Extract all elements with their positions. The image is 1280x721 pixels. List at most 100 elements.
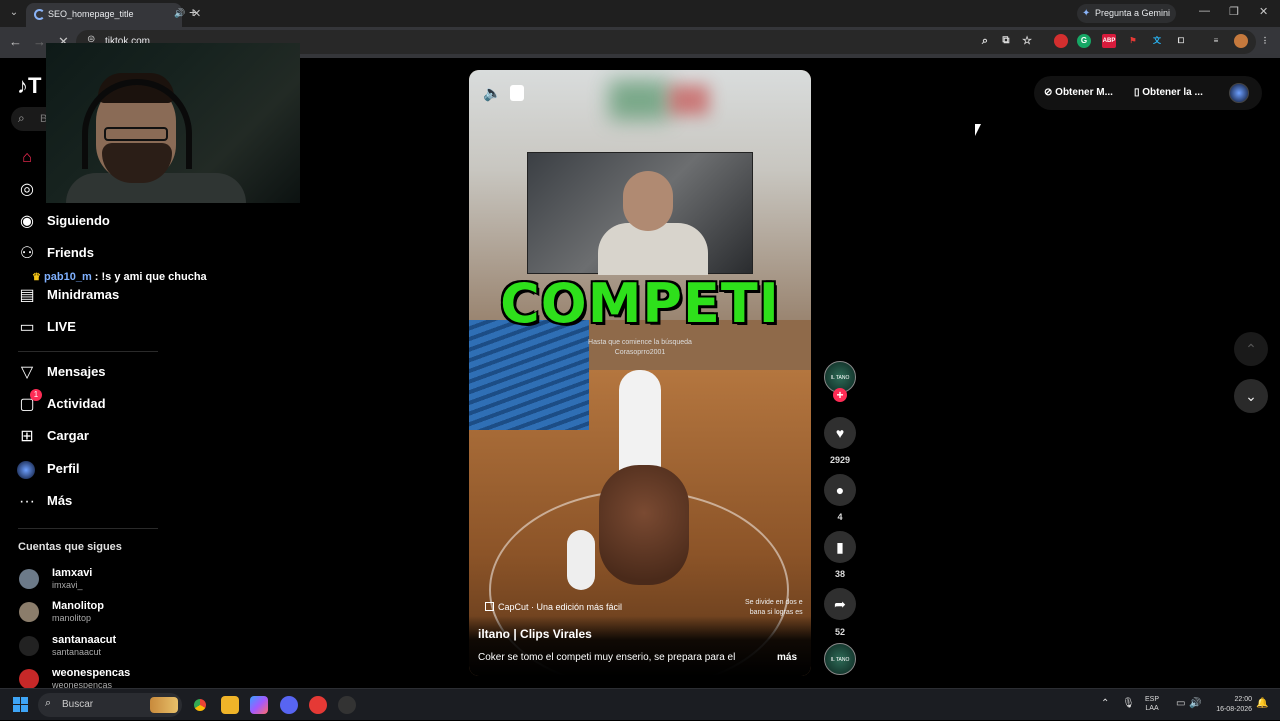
avatar	[19, 569, 39, 589]
minimize-icon[interactable]: —	[1199, 5, 1210, 17]
nav-upload[interactable]: ⊞ Cargar	[15, 425, 215, 449]
keyboard-layout: LAA	[1145, 705, 1159, 712]
windows-start-button[interactable]	[13, 697, 29, 713]
obs-icon[interactable]	[338, 696, 356, 714]
account-item[interactable]: Manolitop manolitop	[19, 600, 219, 630]
extension-tag-icon[interactable]: ⚑	[1126, 34, 1140, 48]
taskbar-clock[interactable]: 22:00 16-08-2026	[1204, 695, 1252, 715]
avatar	[19, 669, 39, 689]
tab-title: SEO_homepage_title	[48, 9, 134, 19]
tiktok-logo[interactable]: ♪T	[17, 73, 41, 99]
get-mobile-app-button[interactable]: ▯ Obtener la ...	[1134, 87, 1203, 98]
nav-profile[interactable]: Perfil	[15, 458, 215, 482]
gemini-label: Pregunta a Gemini	[1095, 8, 1171, 18]
microphone-icon[interactable]: 🎙	[1122, 698, 1135, 709]
share-button[interactable]: ➦	[824, 588, 856, 620]
media-control-icon[interactable]: ≡	[1209, 34, 1223, 48]
streamer-face	[623, 171, 673, 231]
search-icon: ⌕	[45, 697, 52, 709]
file-explorer-icon[interactable]	[221, 696, 239, 714]
nav-more[interactable]: ··· Más	[15, 490, 215, 514]
nav-minidramas[interactable]: ▤ Minidramas	[15, 284, 215, 308]
follow-plus-button[interactable]: +	[833, 388, 847, 402]
tab-search-icon[interactable]: ⌄	[6, 5, 22, 21]
recorder-icon[interactable]	[309, 696, 327, 714]
nav-live[interactable]: ▭ LIVE	[15, 316, 215, 340]
install-icon[interactable]: ⧉	[999, 34, 1013, 48]
more-button[interactable]: más	[777, 652, 797, 663]
account-item[interactable]: Iamxavi imxavi_	[19, 567, 219, 597]
grammarly-icon[interactable]: G	[1077, 34, 1091, 48]
next-video-button[interactable]: ⌄	[1234, 379, 1268, 413]
gemini-button[interactable]: ✦ Pregunta a Gemini	[1077, 4, 1176, 23]
sound-disc[interactable]: IL TANO	[824, 643, 856, 675]
video-blur	[609, 80, 669, 120]
account-item[interactable]: santanaacut santanaacut	[19, 634, 219, 664]
nav-messages[interactable]: ▽ Mensajes	[15, 361, 215, 385]
taskbar-search[interactable]: ⌕ Buscar	[38, 693, 182, 717]
window-close-icon[interactable]: ✕	[1259, 5, 1268, 18]
adblock-icon[interactable]: ABP	[1102, 34, 1116, 48]
extensions-puzzle-icon[interactable]: ⧠	[1174, 34, 1188, 48]
following-icon: ◉	[20, 213, 34, 230]
back-icon[interactable]: ←	[9, 34, 22, 49]
new-tab-button[interactable]: +	[189, 4, 197, 20]
copilot-icon[interactable]	[250, 696, 268, 714]
mouse-cursor	[975, 124, 981, 136]
side-caption-line: bana si logras es	[749, 609, 803, 616]
volume-icon[interactable]: 🔊	[1189, 698, 1201, 709]
get-pc-app-label: Obtener M...	[1055, 87, 1113, 98]
nav-label: Perfil	[47, 461, 80, 476]
zoom-icon[interactable]: ⌕	[978, 34, 992, 48]
bookmark-star-icon[interactable]: ☆	[1020, 34, 1034, 48]
mute-icon[interactable]: 🔈	[483, 84, 502, 102]
translate-icon[interactable]: 文	[1150, 34, 1164, 48]
menu-kebab-icon[interactable]: ⋮	[1258, 34, 1272, 48]
nav-activity[interactable]: ▢ 1 Actividad	[15, 389, 215, 417]
maximize-icon[interactable]: ❐	[1229, 5, 1239, 18]
embedded-stream	[527, 152, 753, 275]
comment-button[interactable]: ●	[824, 474, 856, 506]
nav-label: LIVE	[47, 319, 76, 334]
film-icon: ▤	[19, 287, 35, 304]
compass-icon: ◎	[20, 181, 34, 198]
language-indicator[interactable]: ESP LAA	[1145, 695, 1159, 713]
video-gradient	[469, 616, 811, 676]
save-button[interactable]: ▮	[824, 531, 856, 563]
avatar	[19, 602, 39, 622]
save-count: 38	[834, 569, 845, 579]
like-count: 2929	[829, 455, 851, 465]
bookmark-icon: ▮	[836, 539, 844, 555]
sidebar-divider	[18, 351, 158, 352]
browser-tab[interactable]: SEO_homepage_title 🔊 ✕	[26, 3, 201, 27]
user-avatar[interactable]	[1229, 83, 1249, 103]
nav-following[interactable]: ◉ Siguiendo	[15, 210, 215, 234]
more-dots-icon: ···	[19, 493, 35, 510]
discord-icon[interactable]	[280, 696, 298, 714]
previous-video-button[interactable]: ⌃	[1234, 332, 1268, 366]
video-author[interactable]: iltano | Clips Virales	[478, 627, 592, 641]
capcut-label[interactable]: CapCut · Una edición más fácil	[485, 602, 622, 612]
video-blur	[669, 85, 709, 115]
like-button[interactable]: ♥	[824, 417, 856, 449]
search-icon: ⌕	[18, 111, 25, 125]
windows-taskbar: ⌕ Buscar ⌃ 🎙 ▭ 🔊 🔔 ESP LAA 22:00 16-08-2…	[0, 688, 1280, 720]
extension-red-icon[interactable]	[1054, 34, 1068, 48]
chrome-icon[interactable]	[191, 696, 209, 714]
profile-avatar-icon	[17, 461, 35, 479]
gemini-icon: ✦	[1082, 8, 1091, 19]
nav-label: Siguiendo	[47, 213, 110, 228]
webcam-overlay	[46, 43, 300, 203]
nav-friends[interactable]: ⚇ Friends	[15, 242, 215, 266]
speaker-icon[interactable]: 🔊	[174, 8, 185, 19]
video-player[interactable]: COMPETI Hasta que comience la búsqueda C…	[469, 70, 811, 676]
tray-chevron-icon[interactable]: ⌃	[1101, 698, 1109, 709]
profile-avatar[interactable]	[1234, 34, 1248, 48]
share-count: 52	[834, 627, 845, 637]
get-pc-app-button[interactable]: ⊘ Obtener M...	[1044, 87, 1113, 98]
nav-label: Más	[47, 493, 73, 508]
network-icon[interactable]: ▭	[1176, 698, 1185, 709]
notification-bell-icon[interactable]: 🔔	[1256, 698, 1268, 709]
pause-button[interactable]	[510, 85, 524, 101]
forward-icon[interactable]: →	[33, 34, 46, 49]
